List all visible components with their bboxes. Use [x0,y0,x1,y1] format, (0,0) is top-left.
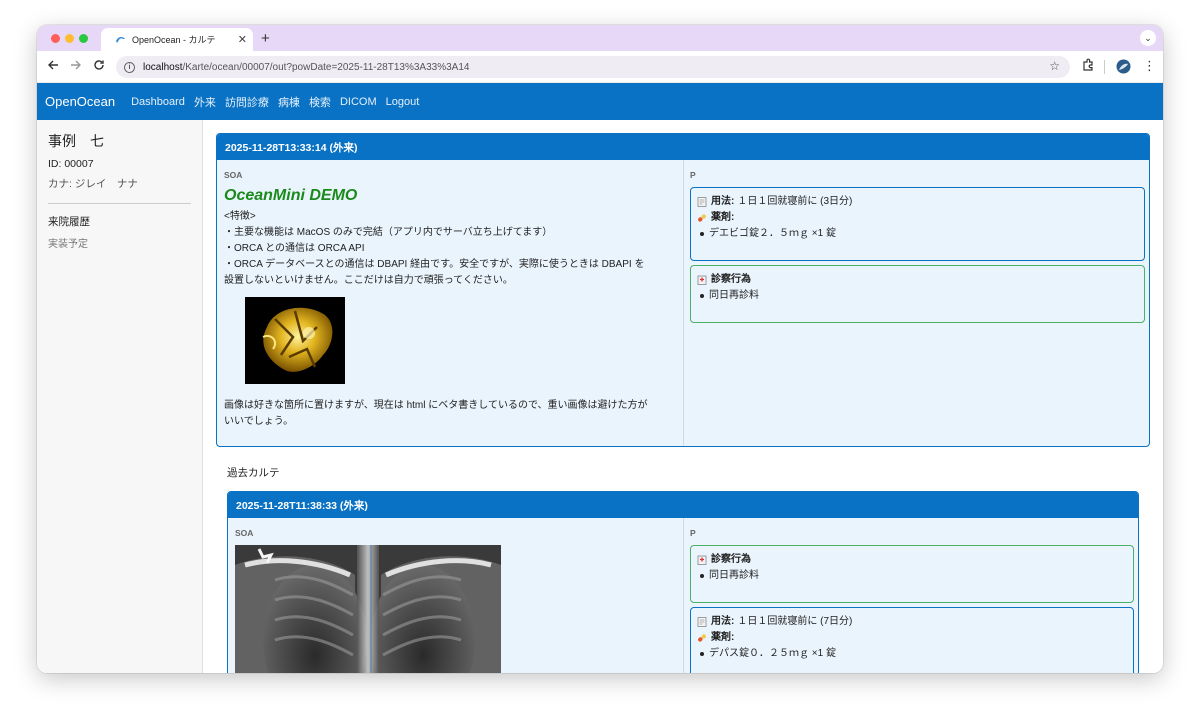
usage-label: 用法: [711,616,735,627]
soa-column: SOA [228,518,684,673]
drug-item: デエビゴ錠２．５ｍｇ ×1 錠 [697,226,1138,242]
url-path: /Karte/ocean/00007/out?powDate=2025-11-2… [182,61,470,73]
3d-render-image [245,297,345,384]
past-records-label: 過去カルテ [227,467,280,479]
new-tab-button[interactable]: + [261,30,270,47]
drug-label: 薬剤: [711,212,735,223]
procedure-label: 診察行為 [711,274,751,285]
tab-strip: OpenOcean - カルテ ✕ + ⌄ [37,25,1163,51]
hospital-icon [697,275,707,285]
past-record-card: 2025-11-28T11:38:33 (外来) SOA P 診察行為 同日再診… [227,491,1139,673]
visit-history-heading: 来院履歴 [48,216,90,228]
puzzle-icon[interactable] [1082,58,1095,74]
procedure-line: 診察行為 [697,552,1127,568]
browser-toolbar: i localhost/Karte/ocean/00007/out?powDat… [37,51,1163,83]
soa-label: SOA [235,528,254,538]
toolbar-divider [1104,60,1105,74]
feature-line: ・ORCA データベースとの通信は DBAPI 経由です。安全ですが、実際に使う… [224,259,645,270]
demo-title: OceanMini DEMO [224,187,358,204]
patient-kana: カナ: ジレイ ナナ [48,178,138,190]
arrow-left-icon[interactable] [47,58,59,74]
procedure-line: 診察行為 [697,272,1138,288]
feature-line: ・主要な機能は MacOS のみで完結（アプリ内でサーバ立ち上げてます） [224,227,553,238]
star-icon[interactable]: ☆ [1049,59,1060,73]
kebab-menu-icon[interactable]: ⋮ [1143,58,1156,74]
address-bar[interactable]: i localhost/Karte/ocean/00007/out?powDat… [116,56,1070,78]
memo-icon [697,197,707,207]
brand-logo[interactable]: OpenOcean [45,94,115,109]
usage-line: 用法: １日１回就寝前に (7日分) [697,614,1127,630]
feature-line: ・ORCA との通信は ORCA API [224,243,365,254]
maximize-window-button[interactable] [79,34,88,43]
site-info-icon[interactable]: i [124,61,135,73]
nav-link-outpatient[interactable]: 外来 [194,94,216,110]
procedure-item: 同日再診料 [697,288,1138,304]
p-label: P [690,170,696,180]
browser-window: OpenOcean - カルテ ✕ + ⌄ i localhost/Karte/… [37,25,1163,673]
close-window-button[interactable] [51,34,60,43]
memo-icon [697,617,707,627]
soa-label: SOA [224,170,243,180]
karte-main: 2025-11-28T13:33:14 (外来) SOA OceanMini D… [203,120,1163,673]
procedure-box: 診察行為 同日再診料 [690,545,1134,603]
dolphin-favicon-icon [115,35,126,44]
drug-label: 薬剤: [711,632,735,643]
chest-xray-image [235,545,501,673]
page-content: 事例 七 ID: 00007 カナ: ジレイ ナナ 来院履歴 実装予定 2025… [37,120,1163,673]
patient-name: 事例 七 [48,133,104,149]
usage-label: 用法: [711,196,735,207]
nav-link-dicom[interactable]: DICOM [340,96,377,108]
url-host: localhost [143,61,183,73]
drug-item: デパス錠０．２５ｍｇ ×1 錠 [697,646,1127,662]
p-label: P [690,528,696,538]
drug-line: 薬剤: [697,630,1127,646]
hospital-icon [697,555,707,565]
record-header: 2025-11-28T11:38:33 (外来) [228,492,1138,518]
browser-tab-active[interactable]: OpenOcean - カルテ ✕ [101,28,253,51]
procedure-label: 診察行為 [711,554,751,565]
sidebar-divider [48,203,191,204]
image-note: いいでしょう。 [224,416,294,427]
nav-link-home-visit[interactable]: 訪問診療 [225,94,269,110]
procedure-box: 診察行為 同日再診料 [690,265,1145,323]
minimize-window-button[interactable] [65,34,74,43]
reload-icon[interactable] [93,58,105,74]
soa-column: SOA OceanMini DEMO <特徴> ・主要な機能は MacOS のみ… [217,160,684,446]
tab-search-chevron-icon[interactable]: ⌄ [1140,30,1156,46]
image-note: 画像は好きな箇所に置けますが、現在は html にベタ書きしているので、重い画像… [224,400,648,411]
current-record-card: 2025-11-28T13:33:14 (外来) SOA OceanMini D… [216,133,1150,447]
pill-icon [697,633,707,643]
app-navbar: OpenOcean Dashboard 外来 訪問診療 病棟 検索 DICOM … [37,83,1163,120]
nav-link-logout[interactable]: Logout [386,96,420,108]
prescription-box: 用法: １日１回就寝前に (3日分) 薬剤: デエビゴ錠２．５ｍｇ ×1 錠 [690,187,1145,261]
arrow-right-icon[interactable] [70,58,82,74]
usage-line: 用法: １日１回就寝前に (3日分) [697,194,1138,210]
nav-link-ward[interactable]: 病棟 [278,94,300,110]
tab-title: OpenOcean - カルテ [132,35,216,45]
patient-sidebar: 事例 七 ID: 00007 カナ: ジレイ ナナ 来院履歴 実装予定 [37,120,203,673]
nav-link-search[interactable]: 検索 [309,94,331,110]
drug-line: 薬剤: [697,210,1138,226]
pill-icon [697,213,707,223]
plan-column: P 用法: １日１回就寝前に (3日分) 薬剤: デエビゴ錠２．５ｍｇ ×1 錠 [684,160,1149,337]
visit-history-status: 実装予定 [48,239,88,250]
record-header: 2025-11-28T13:33:14 (外来) [217,134,1149,160]
feature-line: 設置しないといけません。ここだけは自力で頑張ってください。 [224,275,513,286]
procedure-item: 同日再診料 [697,568,1127,584]
close-tab-icon[interactable]: ✕ [238,33,247,46]
avatar[interactable] [1116,59,1131,77]
prescription-box: 用法: １日１回就寝前に (7日分) 薬剤: デパス錠０．２５ｍｇ ×1 錠 [690,607,1134,673]
nav-link-dashboard[interactable]: Dashboard [131,96,185,108]
usage-value: １日１回就寝前に (7日分) [737,616,853,627]
usage-value: １日１回就寝前に (3日分) [737,196,853,207]
patient-id: ID: 00007 [48,158,94,170]
feature-line: <特徴> [224,211,256,222]
plan-column: P 診察行為 同日再診料 用法: １日１回就寝前に (7日分) 薬剤: デパス錠… [684,518,1138,673]
